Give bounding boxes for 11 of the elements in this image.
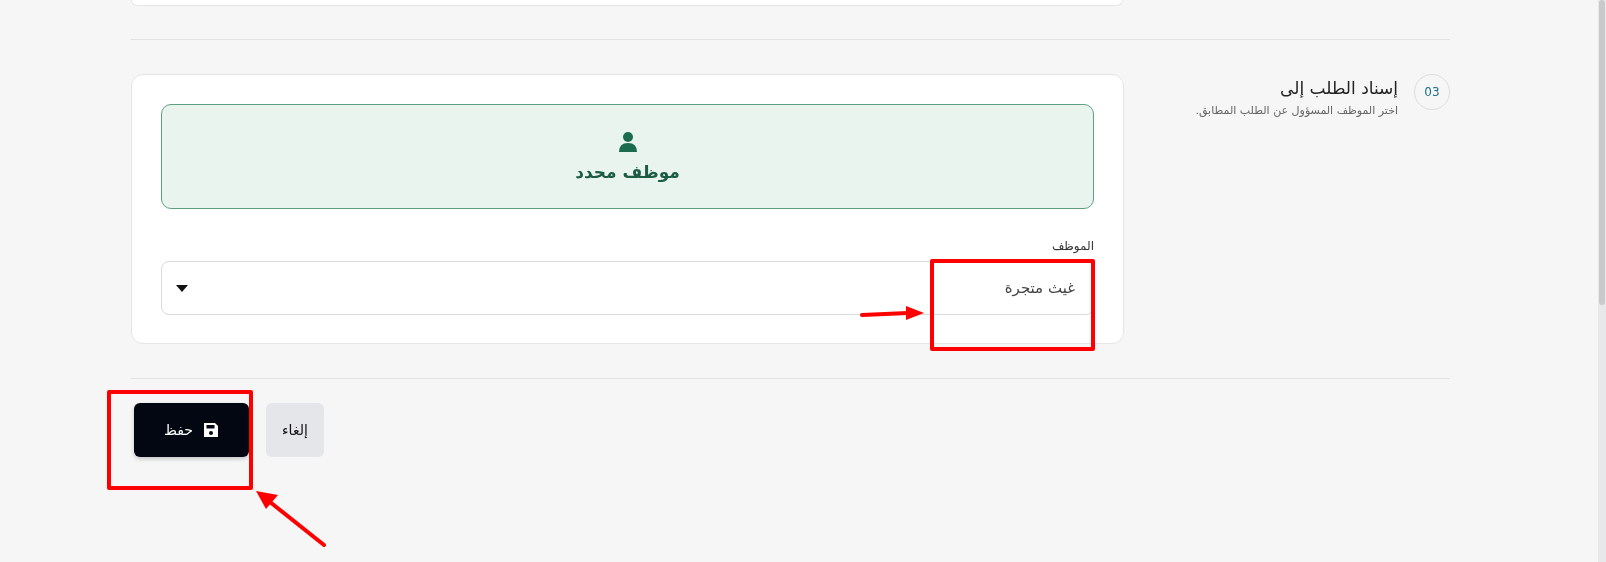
scrollbar[interactable] (1598, 0, 1606, 562)
field-label: الموظف (1051, 239, 1094, 253)
section-subtitle: اختر الموظف المسؤول عن الطلب المطابق. (1195, 104, 1398, 117)
user-icon (618, 131, 637, 152)
caret-icon (176, 284, 188, 292)
annotation-arrow (860, 305, 926, 321)
assign-option[interactable]: موظف محدد (161, 104, 1094, 209)
section-title: إسناد الطلب إلى (1279, 78, 1398, 98)
annotation-arrow (254, 489, 326, 547)
cancel-button[interactable]: إلغاء (266, 403, 324, 457)
save-button[interactable]: حفظ (134, 403, 250, 457)
